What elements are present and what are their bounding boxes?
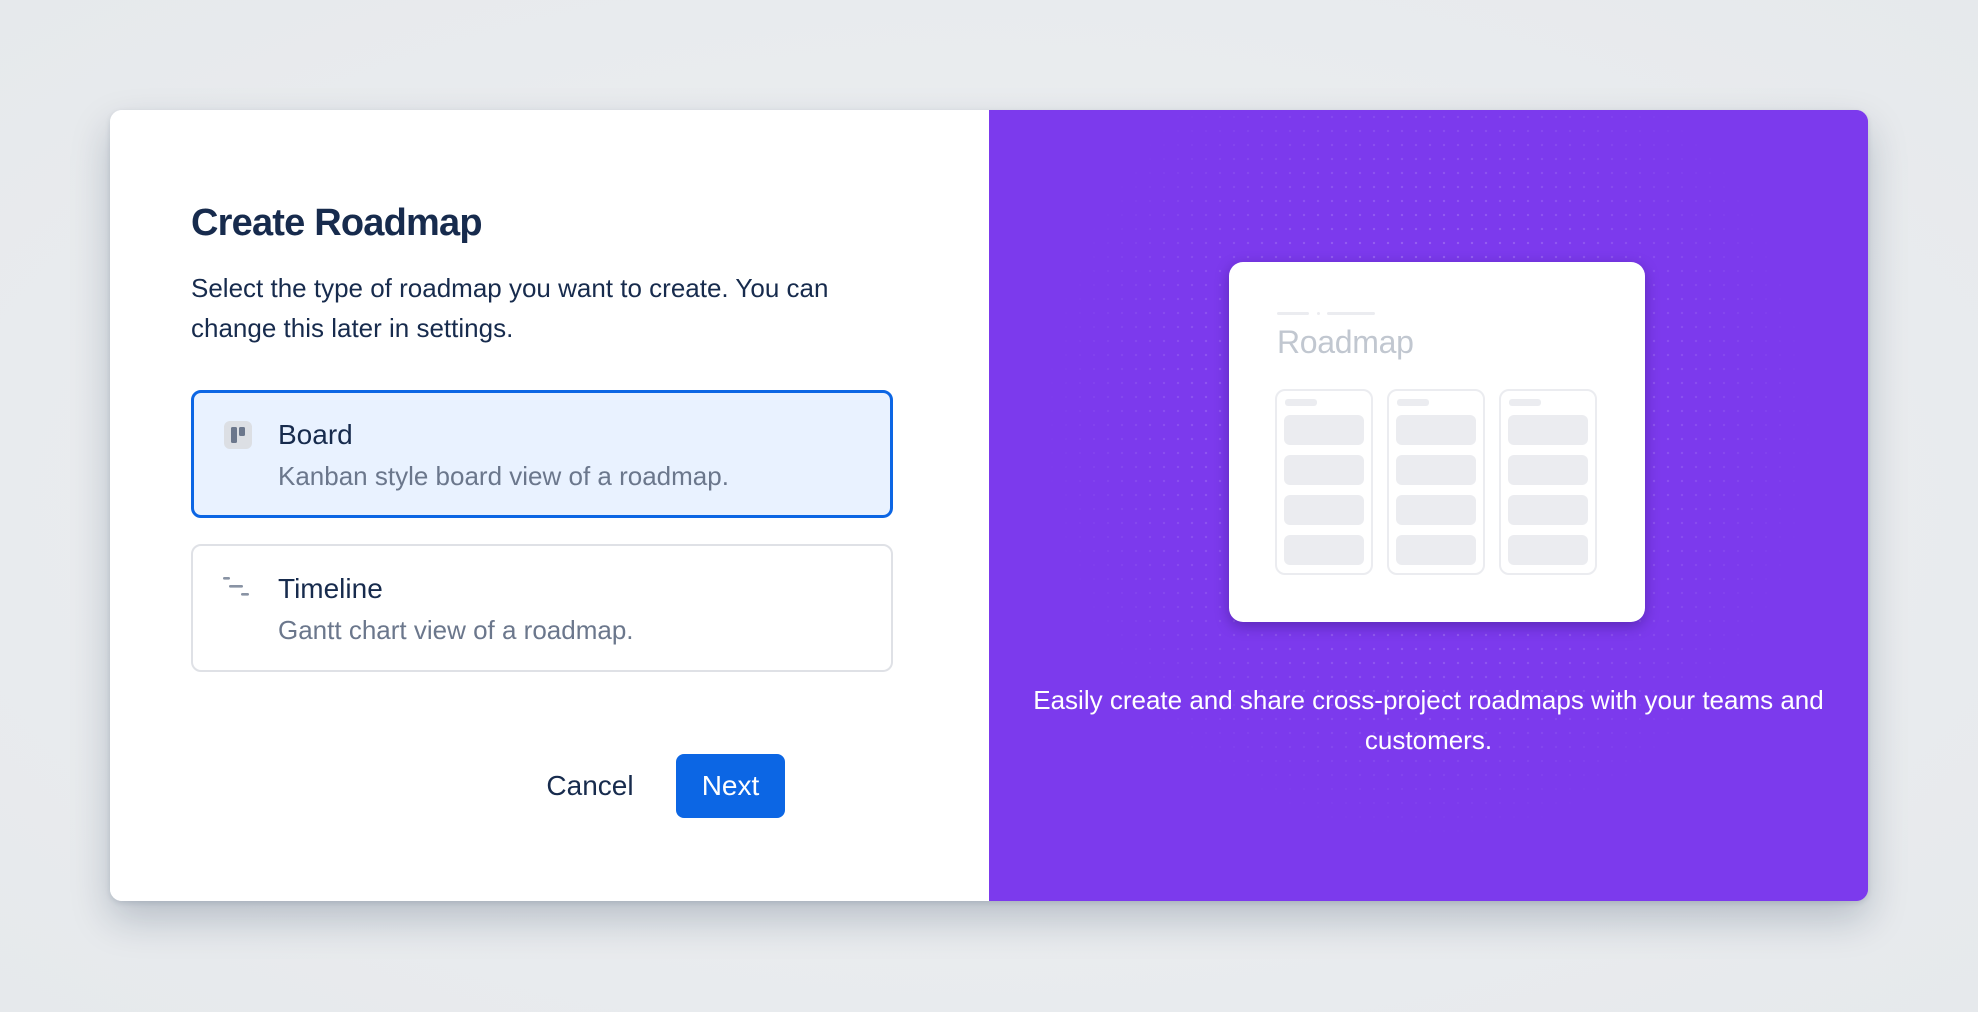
board-icon [224,421,252,449]
next-button[interactable]: Next [676,754,785,818]
preview-column [1499,389,1597,575]
option-timeline[interactable]: Timeline Gantt chart view of a roadmap. [191,544,893,672]
backdrop: Create Roadmap Select the type of roadma… [0,0,1978,1012]
roadmap-preview-illustration: Roadmap [1229,262,1645,622]
option-board[interactable]: Board Kanban style board view of a roadm… [191,390,893,518]
promo-panel: Roadmap Easily create and share cross-pr… [989,110,1868,901]
roadmap-type-options: Board Kanban style board view of a roadm… [191,390,893,672]
dialog-form-panel: Create Roadmap Select the type of roadma… [110,110,989,901]
timeline-icon [223,577,249,596]
dialog-description: Select the type of roadmap you want to c… [191,273,829,343]
option-board-description: Kanban style board view of a roadmap. [278,461,729,491]
preview-column [1275,389,1373,575]
dialog-title: Create Roadmap [191,202,483,244]
option-timeline-label: Timeline [278,573,383,604]
option-timeline-description: Gantt chart view of a roadmap. [278,615,634,645]
promo-tagline: Easily create and share cross-project ro… [1033,685,1824,755]
preview-board-columns [1275,389,1615,577]
preview-column [1387,389,1485,575]
create-roadmap-dialog: Create Roadmap Select the type of roadma… [110,110,1868,901]
dialog-actions: Cancel Next [110,754,989,818]
preview-title: Roadmap [1277,324,1414,360]
option-board-label: Board [278,419,353,450]
preview-breadcrumb [1277,312,1377,316]
cancel-button[interactable]: Cancel [522,754,658,818]
